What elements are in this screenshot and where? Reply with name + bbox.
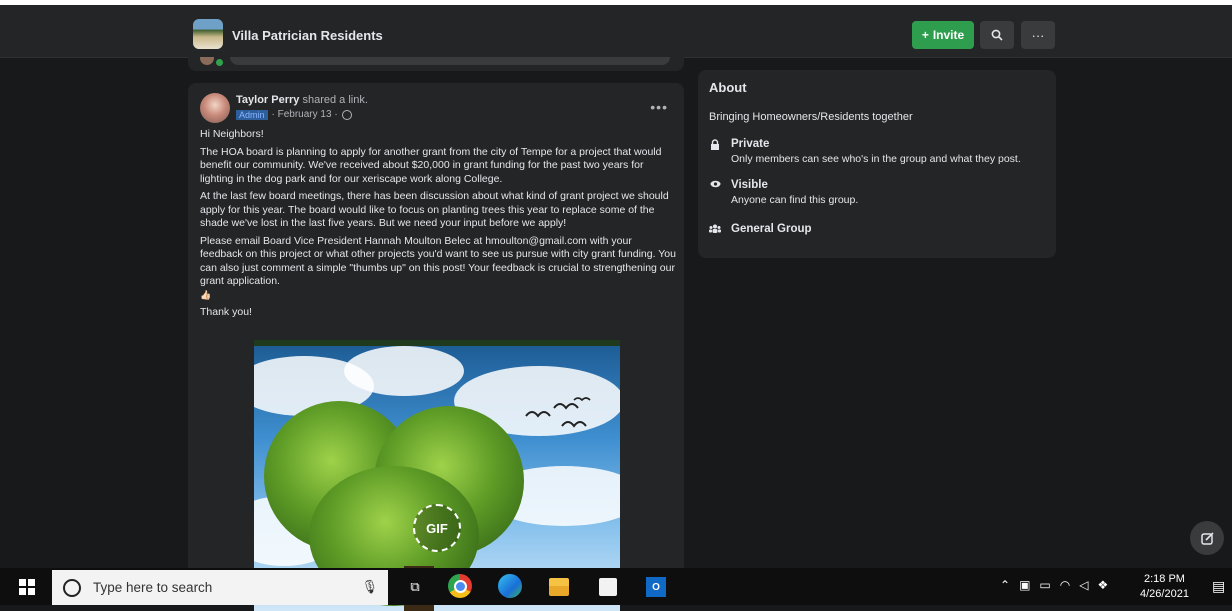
compose-icon [1200, 531, 1214, 545]
volume-icon[interactable]: ◁ [1079, 578, 1088, 592]
group-thumbnail[interactable] [193, 19, 223, 49]
clock-time: 2:18 PM [1143, 573, 1185, 585]
about-item-general-group: General Group [709, 223, 812, 236]
about-description: Bringing Homeowners/Residents together [709, 111, 913, 123]
author-name[interactable]: Taylor Perry [236, 94, 299, 106]
eye-icon [709, 179, 721, 206]
about-item-visible: Visible Anyone can find this group. [709, 179, 858, 206]
wifi-icon[interactable]: ◠ [1060, 578, 1070, 592]
windows-start-icon[interactable] [19, 579, 35, 595]
invite-button[interactable]: + Invite [912, 21, 974, 49]
lock-icon [709, 138, 721, 165]
about-item-title: Private [731, 138, 770, 150]
plus-icon: + [921, 28, 929, 42]
post-date[interactable]: · February 13 · [272, 109, 338, 120]
about-item-subtitle: Anyone can find this group. [731, 194, 859, 206]
about-item-title: Visible [731, 179, 768, 191]
taskbar-clock[interactable]: 2:18 PM 4/26/2021 [1140, 572, 1189, 602]
post-card: Taylor Perry shared a link. Admin · Febr… [188, 83, 684, 611]
post-more-icon[interactable]: ••• [650, 99, 668, 115]
thumbs-up-emoji: 👍🏻 [200, 289, 212, 300]
battery-icon[interactable]: ▭ [1039, 578, 1050, 592]
post-paragraph: The HOA board is planning to apply for a… [200, 145, 662, 185]
search-icon [991, 29, 1003, 41]
role-badge: Admin [236, 109, 268, 120]
meet-now-icon[interactable]: ▣ [1019, 578, 1030, 592]
task-view-icon[interactable]: ⧉ [402, 574, 428, 600]
more-icon: ··· [1031, 27, 1045, 43]
comment-input[interactable] [230, 57, 670, 65]
microphone-icon[interactable]: 🎙 [361, 579, 378, 595]
invite-label: Invite [932, 28, 965, 42]
cortana-icon [63, 578, 81, 597]
about-title: About [709, 80, 747, 95]
post-signoff: Thank you! [200, 306, 252, 318]
post-action: shared a link. [302, 94, 368, 106]
more-options-button[interactable]: ··· [1021, 21, 1055, 49]
avatar [200, 57, 214, 65]
chrome-icon[interactable] [448, 574, 472, 598]
windows-taskbar: Type here to search 🎙 ⧉ O ⌃ ▣ ▭ ◠ ◁ ❖ 2:… [0, 568, 1232, 605]
taskbar-search-placeholder: Type here to search [93, 580, 213, 595]
chevron-up-icon[interactable]: ⌃ [1000, 578, 1010, 592]
about-item-private: Private Only members can see who's in th… [709, 138, 1021, 165]
post-meta: Admin · February 13 · [236, 109, 352, 120]
previous-post-comment-bar [188, 57, 684, 71]
about-item-subtitle: Only members can see who's in the group … [731, 153, 1021, 165]
about-item-title: General Group [731, 223, 812, 235]
clock-date: 4/26/2021 [1140, 588, 1189, 600]
post-body: Hi Neighbors! The HOA board is planning … [200, 128, 676, 324]
taskbar-search[interactable]: Type here to search 🎙 [52, 570, 388, 605]
post-paragraph: At the last few board meetings, there ha… [200, 190, 669, 229]
store-icon[interactable] [599, 578, 617, 596]
outlook-icon[interactable]: O [646, 577, 666, 597]
online-indicator [216, 59, 223, 66]
edge-icon[interactable] [498, 574, 522, 598]
file-explorer-icon[interactable] [549, 578, 569, 596]
birds-icon [525, 397, 591, 428]
author-avatar[interactable] [200, 93, 230, 123]
system-tray: ⌃ ▣ ▭ ◠ ◁ ❖ [1000, 578, 1108, 592]
group-name[interactable]: Villa Patrician Residents [232, 28, 383, 43]
group-header: Villa Patrician Residents + Invite ··· [0, 5, 1232, 58]
notification-icon[interactable]: ▤ [1212, 578, 1225, 595]
globe-icon [341, 109, 352, 120]
about-card: About Bringing Homeowners/Residents toge… [698, 70, 1056, 258]
post-greeting: Hi Neighbors! [200, 128, 264, 140]
post-author-line: Taylor Perry shared a link. [236, 94, 368, 106]
group-icon [709, 223, 721, 236]
search-button[interactable] [980, 21, 1014, 49]
cloud [344, 346, 464, 396]
dropbox-icon[interactable]: ❖ [1097, 578, 1108, 592]
new-message-button[interactable] [1190, 521, 1224, 555]
gif-play-badge[interactable]: GIF [413, 504, 461, 552]
post-paragraph: Please email Board Vice President Hannah… [200, 234, 676, 288]
